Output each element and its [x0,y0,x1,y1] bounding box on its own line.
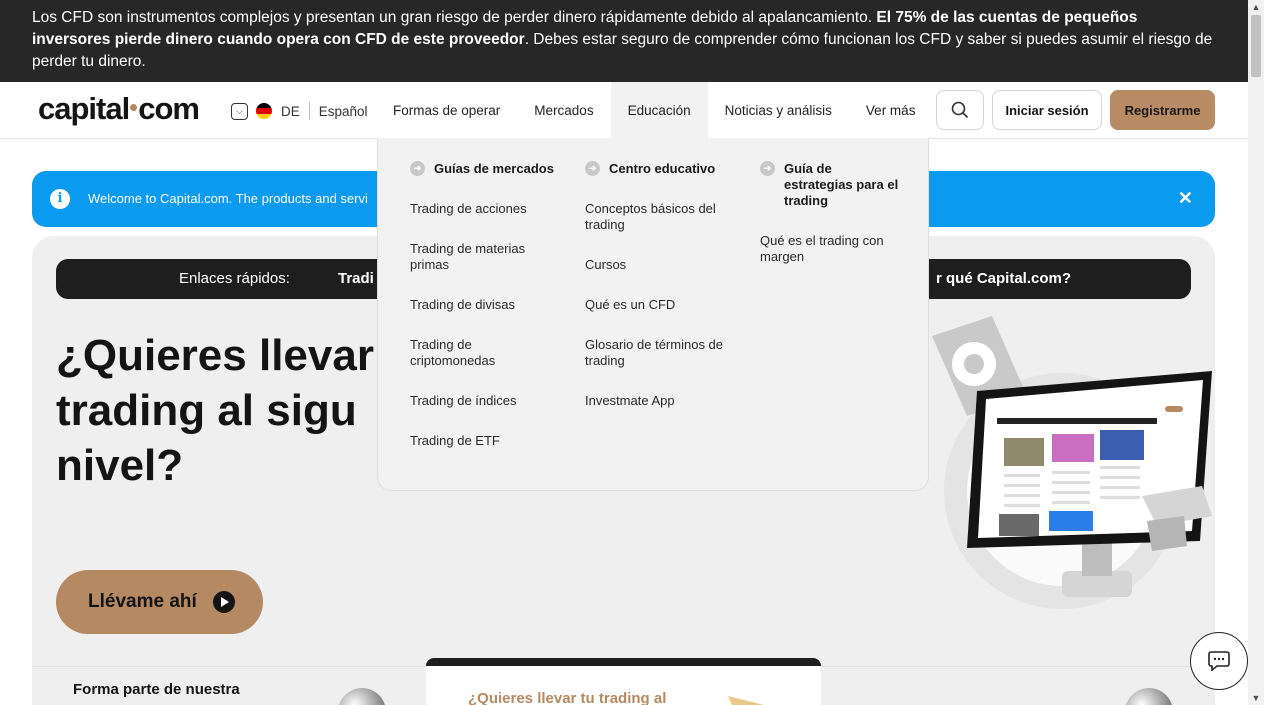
hero-title-line-3: nivel? [56,441,184,490]
risk-warning-banner: Los CFD son instrumentos complejos y pre… [0,0,1248,82]
logo-text-right: com [138,91,200,126]
quick-link-why-capital[interactable]: r qué Capital.com? [936,270,1071,287]
vertical-scrollbar[interactable]: ▲ ▼ [1248,0,1264,705]
nav-formas-de-operar[interactable]: Formas de operar [376,82,517,138]
nav-mercados[interactable]: Mercados [517,82,610,138]
chat-button[interactable] [1190,632,1248,690]
close-icon[interactable]: ✕ [1178,188,1193,209]
menu-link[interactable]: Trading de ETF [410,433,560,449]
menu-link[interactable]: Cursos [585,257,735,273]
register-button[interactable]: Registrarme [1110,90,1215,130]
menu-link[interactable]: Trading de divisas [410,297,560,313]
promo-card[interactable]: ¿Quieres llevar tu trading al [426,658,821,705]
promo-card-title: ¿Quieres llevar tu trading al [468,690,667,705]
nav-noticias-y-analisis[interactable]: Noticias y análisis [708,82,849,138]
paper-plane-icon [728,696,764,705]
logo-dot [130,103,138,111]
nav-educacion[interactable]: Educación [610,82,708,138]
search-icon [951,101,969,119]
scrollbar-thumb[interactable] [1251,15,1261,77]
menu-link[interactable]: Trading de acciones [410,201,560,217]
language-selector[interactable]: ⌵ DE Español [231,102,368,120]
arrow-right-icon: ➜ [760,161,775,176]
chevron-down-icon[interactable]: ⌵ [231,102,248,120]
quick-links-label: Enlaces rápidos: [179,270,290,287]
menu-link[interactable]: Qué es un CFD [585,297,735,313]
hero-title-line-1: ¿Quieres llevar [56,331,374,380]
take-me-there-button[interactable]: Llévame ahí [56,570,263,634]
menu-link[interactable]: Trading de materias primas [410,241,560,273]
site-header: capital com ⌵ DE Español Formas de operar… [0,82,1248,139]
education-dropdown-menu: ➜ Guías de mercados Trading de acciones T… [377,138,929,491]
chat-bubble-icon [1208,651,1230,671]
cta-label: Llévame ahí [88,591,197,612]
menu-link[interactable]: Glosario de términos de trading [585,337,735,369]
search-button[interactable] [936,90,984,130]
language-label: Español [318,103,368,119]
column-heading[interactable]: ➜ Guía de estrategias para el trading [760,161,900,209]
scroll-down-arrow-icon[interactable]: ▼ [1248,691,1264,705]
germany-flag-icon [256,103,272,119]
scroll-up-arrow-icon[interactable]: ▲ [1248,0,1264,14]
login-button[interactable]: Iniciar sesión [992,90,1102,130]
join-community-text: Forma parte de nuestra [73,681,240,698]
menu-link[interactable]: Qué es el trading con margen [760,233,900,265]
trading-course-illustration [932,316,1212,609]
menu-link[interactable]: Conceptos básicos del trading [585,201,735,233]
main-nav: Formas de operar Mercados Educación Noti… [376,82,932,138]
dropdown-column-market-guides: ➜ Guías de mercados Trading de acciones T… [410,161,560,449]
column-title: Guía de estrategias para el trading [784,161,899,208]
logo-text-left: capital [38,91,130,126]
dropdown-column-education-center: ➜ Centro educativo Conceptos básicos del … [585,161,735,409]
play-icon [212,591,235,613]
capital-logo[interactable]: capital com [38,91,200,127]
nav-ver-mas[interactable]: Ver más [849,82,933,138]
column-title: Guías de mercados [434,161,554,176]
column-heading[interactable]: ➜ Guías de mercados [410,161,560,177]
divider [308,102,310,120]
welcome-message: Welcome to Capital.com. The products and… [88,191,368,206]
arrow-right-icon: ➜ [410,161,425,176]
arrow-right-icon: ➜ [585,161,600,176]
menu-link[interactable]: Trading de índices [410,393,560,409]
quick-link-trading[interactable]: Tradi [338,270,374,287]
country-code: DE [281,103,300,119]
column-heading[interactable]: ➜ Centro educativo [585,161,735,177]
risk-text-1: Los CFD son instrumentos complejos y pre… [32,9,877,26]
column-title: Centro educativo [609,161,716,176]
info-icon: i [50,189,70,209]
menu-link[interactable]: Investmate App [585,393,735,409]
dropdown-column-strategy-guides: ➜ Guía de estrategias para el trading Qué… [760,161,900,265]
menu-link[interactable]: Trading de criptomonedas [410,337,560,369]
hero-title-line-2: trading al sigu [56,386,357,435]
